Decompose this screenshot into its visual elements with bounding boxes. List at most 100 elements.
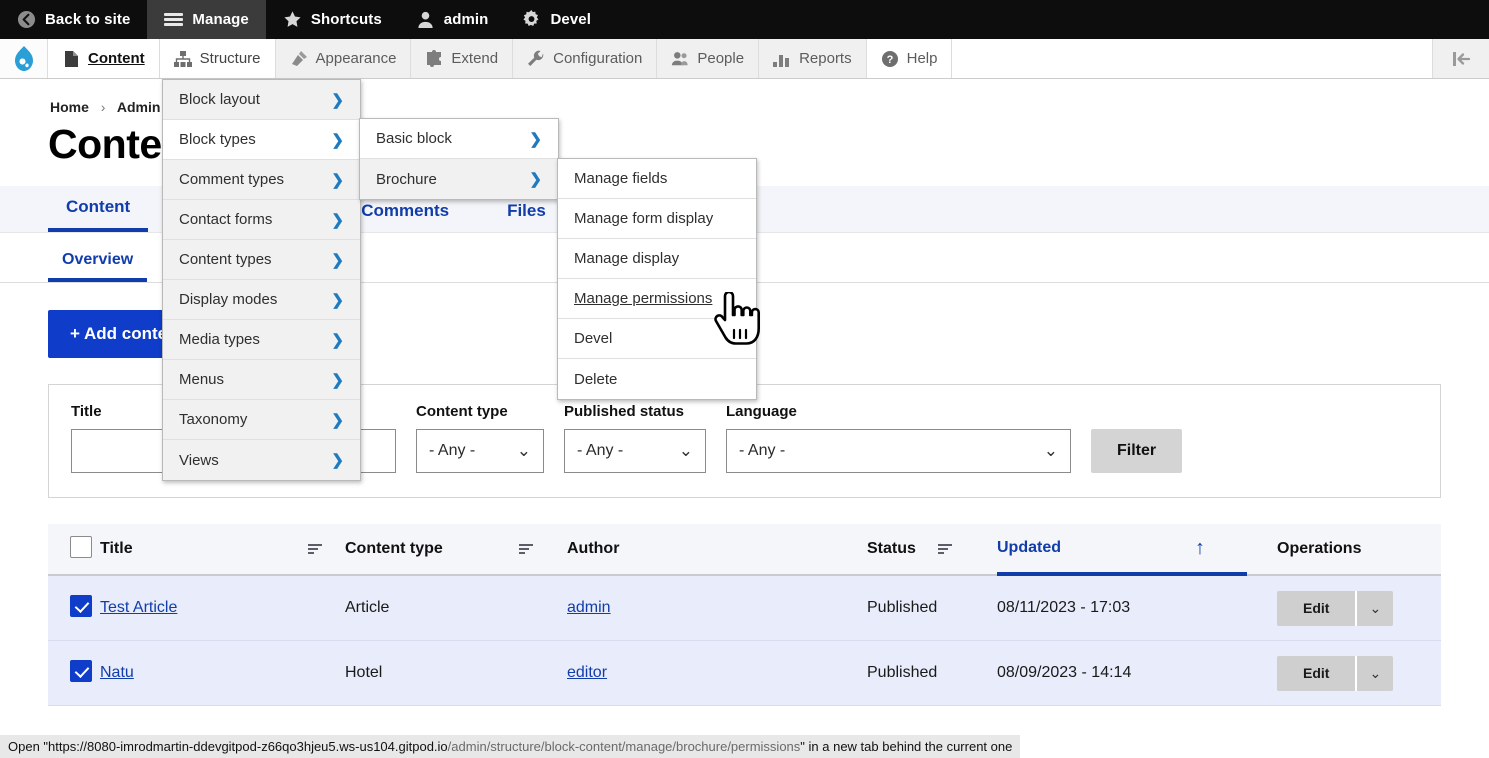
menu-item-label: Devel bbox=[574, 330, 613, 347]
sort-icon[interactable] bbox=[937, 544, 952, 554]
tab-overview[interactable]: Overview bbox=[48, 251, 148, 282]
chevron-right-icon: ❯ bbox=[331, 291, 344, 309]
breadcrumb-home[interactable]: Home bbox=[50, 99, 89, 115]
row-status-cell: Published bbox=[867, 664, 938, 681]
language-value: - Any - bbox=[739, 442, 786, 459]
menu-item-label: Taxonomy bbox=[179, 411, 248, 428]
menu-item-manage-fields[interactable]: Manage fields bbox=[558, 159, 756, 199]
menu-item-contact-forms[interactable]: Contact forms ❯ bbox=[163, 200, 360, 240]
menu-item-label: Media types bbox=[179, 331, 260, 348]
toolbar-item-label: Help bbox=[906, 50, 938, 67]
content-title-link[interactable]: Natu bbox=[100, 664, 134, 681]
toolbar-item-reports[interactable]: Reports bbox=[759, 39, 867, 78]
row-updated-cell: 08/09/2023 - 14:14 bbox=[997, 664, 1132, 681]
puzzle-icon bbox=[425, 50, 443, 68]
row-checkbox[interactable] bbox=[70, 659, 92, 682]
menu-item-taxonomy[interactable]: Taxonomy ❯ bbox=[163, 400, 360, 440]
sort-icon[interactable] bbox=[518, 544, 533, 554]
menu-item-menus[interactable]: Menus ❯ bbox=[163, 360, 360, 400]
column-header-title[interactable]: Title bbox=[100, 540, 345, 558]
structure-icon bbox=[173, 50, 192, 68]
menu-item-label: Brochure bbox=[376, 170, 437, 188]
menu-item-block-layout[interactable]: Block layout ❯ bbox=[163, 80, 360, 120]
toolbar-item-label: Content bbox=[88, 50, 145, 67]
chevron-right-icon: ❯ bbox=[331, 411, 344, 429]
toolbar-item-people[interactable]: People bbox=[657, 39, 760, 78]
adminbar-item-admin[interactable]: admin bbox=[399, 0, 506, 39]
menu-item-label: Menus bbox=[179, 371, 225, 388]
chevron-right-icon: ❯ bbox=[331, 131, 344, 149]
row-select-cell bbox=[48, 594, 100, 622]
author-link[interactable]: editor bbox=[567, 664, 607, 681]
menu-item-manage-display[interactable]: Manage display bbox=[558, 239, 756, 279]
column-header-operations: Operations bbox=[1247, 540, 1441, 558]
toolbar-item-content[interactable]: Content bbox=[48, 39, 160, 78]
menu-item-display-modes[interactable]: Display modes ❯ bbox=[163, 280, 360, 320]
row-status-cell: Published bbox=[867, 599, 938, 616]
column-header-updated[interactable]: Updated ↑ bbox=[997, 524, 1247, 576]
adminbar-label: admin bbox=[443, 11, 489, 28]
chevron-right-icon: ❯ bbox=[331, 91, 344, 109]
breadcrumb-admin[interactable]: Admin bbox=[117, 99, 161, 115]
svg-text:?: ? bbox=[886, 54, 893, 66]
content-table: Title Content type Author Status Updated… bbox=[48, 524, 1441, 706]
menu-item-content-types[interactable]: Content types ❯ bbox=[163, 240, 360, 280]
author-link[interactable]: admin bbox=[567, 599, 611, 616]
menu-item-manage-permissions[interactable]: Manage permissions bbox=[558, 279, 756, 319]
published-status-select[interactable]: - Any - ⌄ bbox=[564, 429, 706, 473]
toolbar-item-label: Structure bbox=[199, 50, 261, 67]
toolbar-item-appearance[interactable]: Appearance bbox=[275, 39, 412, 78]
menu-item-delete[interactable]: Delete bbox=[558, 359, 756, 399]
menu-item-label: Views bbox=[179, 451, 219, 469]
operations-dropbutton: Edit ⌄ bbox=[1277, 590, 1394, 626]
menu-item-block-types[interactable]: Block types ❯ bbox=[163, 120, 360, 160]
status-path: /admin/structure/block-content/manage/br… bbox=[447, 739, 801, 754]
filter-language-group: Language - Any - ⌄ bbox=[726, 403, 1071, 473]
edit-button[interactable]: Edit bbox=[1277, 590, 1356, 626]
menu-item-brochure[interactable]: Brochure ❯ bbox=[360, 159, 558, 199]
select-all-checkbox[interactable] bbox=[70, 535, 92, 558]
toolbar-item-extend[interactable]: Extend bbox=[411, 39, 514, 78]
toolbar-spacer bbox=[952, 39, 1433, 78]
adminbar-item-manage[interactable]: Manage bbox=[147, 0, 266, 39]
menu-item-manage-form-display[interactable]: Manage form display bbox=[558, 199, 756, 239]
status-suffix: " in a new tab behind the current one bbox=[800, 739, 1013, 754]
sort-icon[interactable] bbox=[307, 544, 322, 554]
menu-item-media-types[interactable]: Media types ❯ bbox=[163, 320, 360, 360]
sort-ascending-icon[interactable]: ↑ bbox=[1195, 537, 1205, 560]
collapse-sidebar-icon[interactable] bbox=[1433, 39, 1489, 78]
toolbar-item-structure[interactable]: Structure bbox=[159, 39, 276, 78]
question-icon: ? bbox=[881, 50, 899, 68]
column-header-content-type[interactable]: Content type bbox=[345, 540, 567, 558]
content-type-select[interactable]: - Any - ⌄ bbox=[416, 429, 544, 473]
drupal-droplet-icon[interactable] bbox=[0, 39, 48, 78]
menu-item-comment-types[interactable]: Comment types ❯ bbox=[163, 160, 360, 200]
column-label: Status bbox=[867, 540, 916, 557]
toolbar-item-help[interactable]: ? Help bbox=[866, 39, 953, 78]
menu-item-basic-block[interactable]: Basic block ❯ bbox=[360, 119, 558, 159]
people-icon bbox=[671, 50, 689, 68]
chevron-down-icon[interactable]: ⌄ bbox=[1355, 655, 1394, 691]
row-checkbox[interactable] bbox=[70, 594, 92, 617]
content-title-link[interactable]: Test Article bbox=[100, 599, 177, 616]
adminbar-item-devel[interactable]: Devel bbox=[505, 0, 608, 39]
column-header-author[interactable]: Author bbox=[567, 540, 867, 558]
column-header-status[interactable]: Status bbox=[867, 540, 997, 558]
column-label: Author bbox=[567, 540, 620, 557]
adminbar-item-back-to-site[interactable]: Back to site bbox=[0, 0, 147, 39]
column-label: Operations bbox=[1277, 540, 1362, 557]
adminbar-label: Back to site bbox=[45, 11, 131, 28]
tab-content[interactable]: Content bbox=[48, 197, 149, 232]
wrench-icon bbox=[527, 50, 545, 68]
tab-comments[interactable]: Comments bbox=[343, 201, 467, 232]
filter-button[interactable]: Filter bbox=[1091, 429, 1183, 473]
adminbar-item-shortcuts[interactable]: Shortcuts bbox=[266, 0, 399, 39]
edit-button[interactable]: Edit bbox=[1277, 655, 1356, 691]
tab-files[interactable]: Files bbox=[489, 201, 564, 232]
toolbar-item-configuration[interactable]: Configuration bbox=[513, 39, 658, 78]
menu-item-devel[interactable]: Devel bbox=[558, 319, 756, 359]
menu-item-views[interactable]: Views ❯ bbox=[163, 440, 360, 480]
chevron-down-icon[interactable]: ⌄ bbox=[1355, 590, 1394, 626]
language-select[interactable]: - Any - ⌄ bbox=[726, 429, 1071, 473]
column-label: Title bbox=[100, 540, 133, 557]
